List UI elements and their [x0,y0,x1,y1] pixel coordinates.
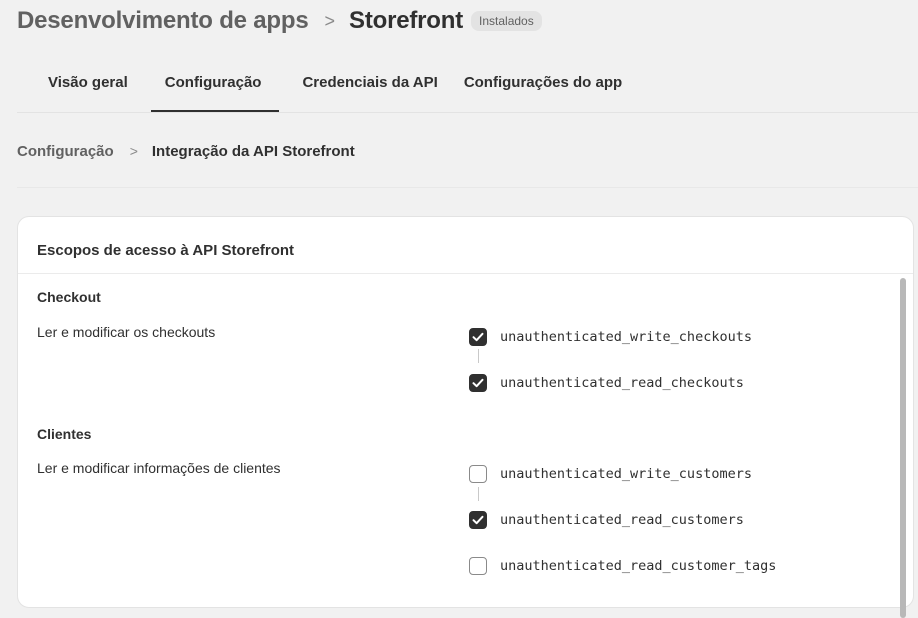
checkbox-checked-icon[interactable] [469,374,487,392]
scope-write-customers[interactable]: unauthenticated_write_customers [469,464,752,484]
scope-label: unauthenticated_read_customer_tags [500,558,777,574]
breadcrumb-current: Integração da API Storefront [151,142,355,160]
card-scrollbar[interactable] [900,278,906,618]
page-header: Desenvolvimento de apps > Storefront Ins… [17,4,542,38]
header-parent-link[interactable]: Desenvolvimento de apps [17,7,309,35]
scope-label: unauthenticated_write_checkouts [500,329,752,345]
tab-api-credentials[interactable]: Credenciais da API [289,62,450,112]
breadcrumb: Configuração > Integração da API Storefr… [17,140,355,162]
checkbox-checked-icon[interactable] [469,511,487,529]
scope-read-customers[interactable]: unauthenticated_read_customers [469,510,744,530]
page-title: Storefront [349,7,464,34]
tab-overview[interactable]: Visão geral [17,62,141,112]
access-scopes-card: Escopos de acesso à API Storefront Check… [17,216,914,618]
card-title: Escopos de acesso à API Storefront [37,242,295,259]
scope-label: unauthenticated_write_customers [500,466,752,482]
tab-app-settings[interactable]: Configurações do app [451,62,635,112]
scope-connector [478,349,479,363]
tab-configuration[interactable]: Configuração [150,62,280,112]
section-title-customers: Clientes [37,426,92,442]
checkbox-unchecked-icon[interactable] [469,465,487,483]
scope-connector [478,487,479,501]
section-desc-customers: Ler e modificar informações de clientes [37,460,281,476]
breadcrumb-divider [17,187,918,188]
scope-read-customer-tags[interactable]: unauthenticated_read_customer_tags [469,556,776,576]
scope-label: unauthenticated_read_customers [500,512,744,528]
checkbox-unchecked-icon[interactable] [469,557,487,575]
card-divider [18,273,913,274]
scope-read-checkouts[interactable]: unauthenticated_read_checkouts [469,373,744,393]
breadcrumb-configuration-link[interactable]: Configuração [17,143,114,160]
scope-label: unauthenticated_read_checkouts [500,375,744,391]
header-chevron-icon: > [324,10,336,31]
tabs-divider [17,112,918,113]
breadcrumb-chevron-icon: > [129,143,138,159]
section-desc-checkout: Ler e modificar os checkouts [37,324,216,340]
tab-bar: Visão geral Configuração Credenciais da … [17,62,635,112]
scope-write-checkouts[interactable]: unauthenticated_write_checkouts [469,327,752,347]
section-title-checkout: Checkout [37,289,101,305]
status-badge: Instalados [471,11,542,31]
checkbox-checked-icon[interactable] [469,328,487,346]
